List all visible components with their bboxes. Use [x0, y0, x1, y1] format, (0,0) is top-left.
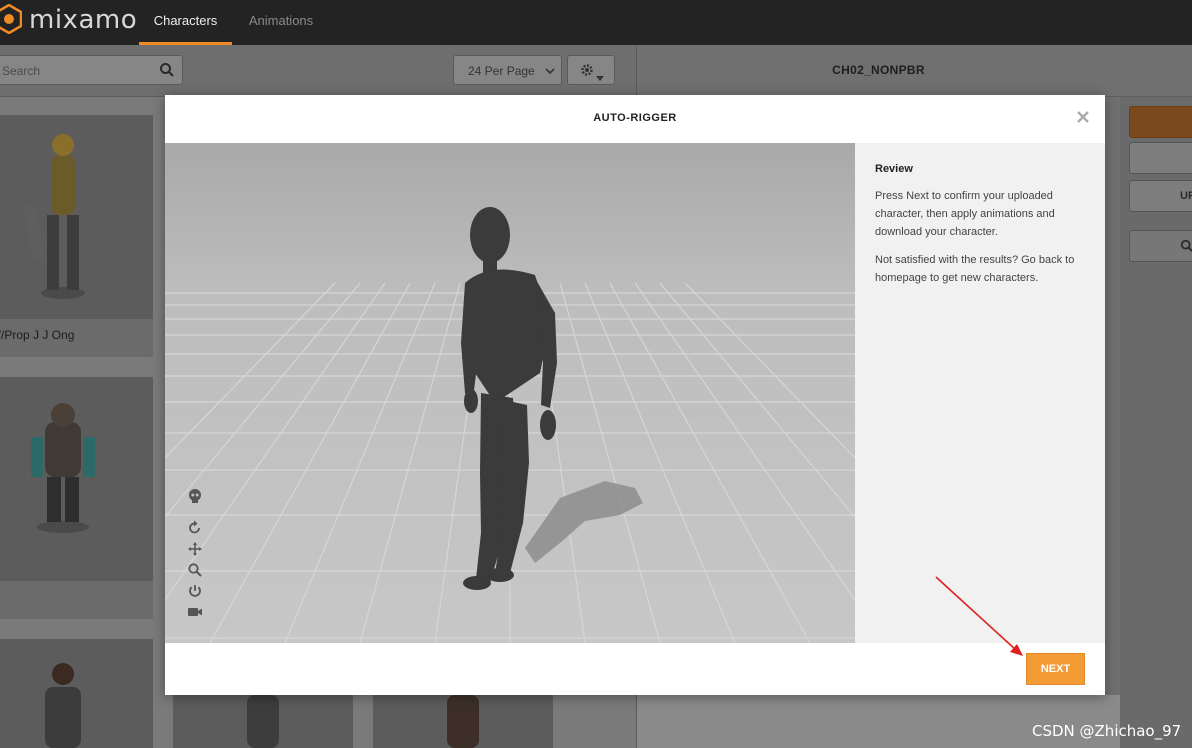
watermark: CSDN @Zhichao_97 — [1032, 722, 1182, 740]
annotation-arrow — [935, 576, 1023, 656]
